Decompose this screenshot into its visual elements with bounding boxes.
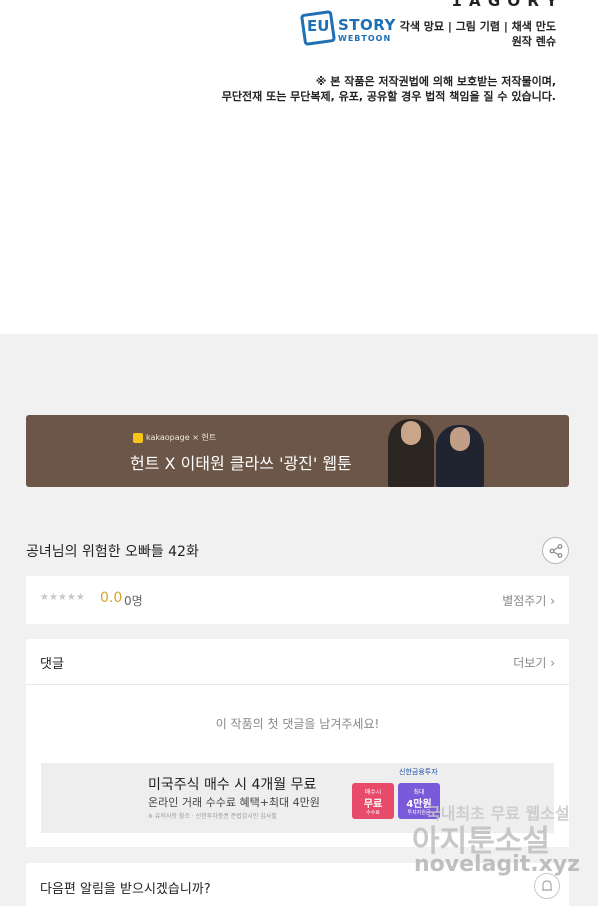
credits-staff-line: 각색 망묘 | 그림 기렴 | 채색 만도 bbox=[399, 20, 556, 33]
rating-card: ★★★★★ 0.0 0명 별점주기 › bbox=[26, 576, 569, 624]
credits-top-cut-text: 1 A G O R Y bbox=[451, 0, 558, 10]
ad-fine-print: ※ 유의사항 참조 · 신한투자증권 준법감시인 심사필 bbox=[148, 813, 277, 820]
banner-face-left bbox=[401, 421, 421, 445]
logo-badge-text: EU bbox=[307, 17, 330, 35]
ad-card1-foot: 수수료 bbox=[366, 810, 380, 816]
rate-button[interactable]: 별점주기 › bbox=[502, 592, 555, 609]
ad-card1-big: 무료 bbox=[363, 799, 383, 810]
share-icon bbox=[549, 544, 563, 558]
bell-icon bbox=[542, 880, 552, 891]
notify-question: 다음편 알림을 받으시겠습니까? bbox=[40, 882, 211, 897]
comments-empty-message: 이 작품의 첫 댓글을 남겨주세요! bbox=[215, 717, 380, 731]
rating-score: 0.0 bbox=[100, 590, 123, 606]
promo-banner[interactable]: kakaopage × 헌트 헌트 X 이태원 클라쓰 '광진' 웹툰 bbox=[26, 415, 569, 487]
share-button[interactable] bbox=[542, 537, 569, 564]
credits-original-author: 원작 렌슈 bbox=[511, 35, 556, 48]
storywebtoon-logo: EU STORY WEBTOON bbox=[299, 9, 395, 47]
ad-title: 미국주식 매수 시 4개월 무료 bbox=[148, 777, 317, 793]
ad-subtitle: 온라인 거래 수수료 혜택+최대 4만원 bbox=[148, 796, 320, 809]
logo-webtoon-text: WEBTOON bbox=[338, 34, 392, 43]
episode-title: 공녀님의 위험한 오빠들 42화 bbox=[26, 544, 199, 560]
ad-card-free: 매수시 무료 수수료 bbox=[352, 783, 394, 819]
banner-brand: kakaopage × 헌트 bbox=[146, 433, 217, 442]
rating-stars: ★★★★★ bbox=[40, 592, 85, 603]
watermark-url: novelagit.xyz bbox=[414, 852, 580, 877]
credits-section: 1 A G O R Y EU STORY WEBTOON 각색 망묘 | 그림 … bbox=[0, 0, 598, 334]
kakaopage-icon bbox=[133, 433, 143, 443]
comments-more-button[interactable]: 더보기 › bbox=[513, 654, 555, 671]
banner-title: 헌트 X 이태원 클라쓰 '광진' 웹툰 bbox=[130, 454, 352, 473]
logo-story-text: STORY bbox=[338, 16, 396, 34]
rating-count: 0명 bbox=[124, 594, 143, 608]
comment-label: 댓글 bbox=[40, 657, 64, 672]
comment-header: 댓글 더보기 › bbox=[26, 639, 569, 685]
copyright-notice-line2: 무단전재 또는 무단복제, 유포, 공유할 경우 법적 책임을 질 수 있습니다… bbox=[221, 90, 556, 103]
ad-bank-name: 신한금융투자 bbox=[399, 768, 438, 776]
banner-face-right bbox=[450, 427, 470, 451]
copyright-notice-line1: ※ 본 작품은 저작권법에 의해 보호받는 저작물이며, bbox=[315, 75, 556, 88]
